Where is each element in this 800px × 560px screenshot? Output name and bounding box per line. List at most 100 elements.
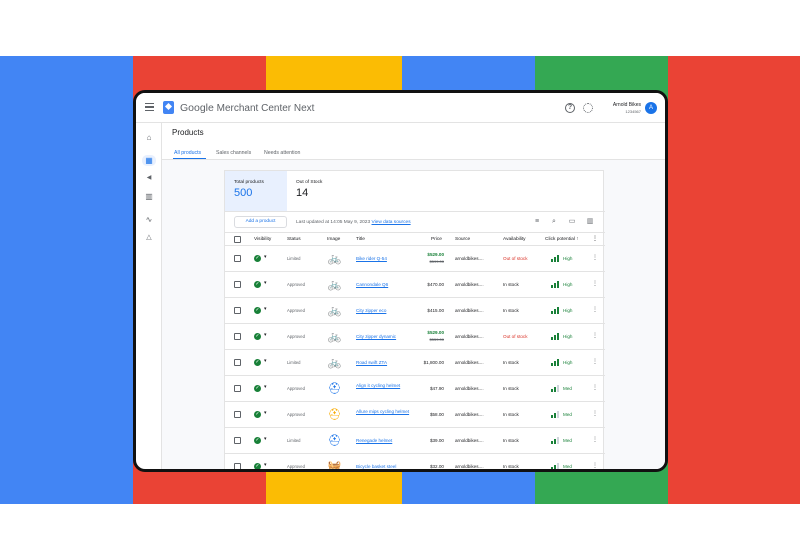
chevron-down-icon[interactable]: ▾	[264, 306, 267, 312]
table-row[interactable]: ✓ ▾ Approved 🧺 Bicycle basket steel $32.00 arn…	[225, 454, 605, 469]
product-name: Google Merchant Center Next	[180, 102, 315, 114]
col-title[interactable]: Title	[356, 237, 365, 242]
row-menu-icon[interactable]: ⋮	[592, 462, 598, 469]
table-row[interactable]: ✓ ▾ Approved 🚲 City zipper eco $415.00 arnoldb…	[225, 298, 605, 324]
stat-value: 500	[234, 187, 253, 199]
home-icon[interactable]: ⌂	[143, 132, 155, 143]
trending-icon[interactable]: ∿	[143, 214, 155, 225]
tab-sales-channels[interactable]: Sales channels	[216, 150, 251, 156]
product-image: ⛑	[327, 409, 342, 421]
add-product-button[interactable]: Add a product	[234, 216, 287, 228]
products-grid-icon[interactable]: ▦	[142, 155, 156, 166]
stat-total-products[interactable]: Total products 500	[225, 171, 287, 211]
chevron-down-icon[interactable]: ▾	[264, 254, 267, 260]
row-menu-icon[interactable]: ⋮	[592, 436, 598, 445]
col-click-potential[interactable]: Click potential ↑	[545, 237, 579, 242]
product-title-link[interactable]: Align it cycling helmet	[356, 382, 414, 389]
table-row[interactable]: ✓ ▾ Limited 🚲 Bike rider Q-54 $529.00 $599.00 a…	[225, 246, 605, 272]
row-menu-icon[interactable]: ⋮	[592, 384, 598, 393]
product-image: ⛑	[327, 383, 342, 395]
table-row[interactable]: ✓ ▾ Approved 🚲 City zipper dynamic $529.00 $55…	[225, 324, 605, 350]
col-availability[interactable]: Availability	[503, 237, 526, 242]
product-title-link[interactable]: Renegade helmet	[356, 437, 414, 444]
col-source[interactable]: Source	[455, 237, 470, 242]
chevron-down-icon[interactable]: ▾	[264, 358, 267, 364]
select-all-checkbox[interactable]	[234, 236, 241, 243]
chevron-down-icon[interactable]: ▾	[264, 384, 267, 390]
product-title-link[interactable]: Bicycle basket steel	[356, 463, 414, 469]
filter-icon[interactable]: ≡	[533, 218, 541, 226]
divider	[225, 211, 605, 212]
price-value: $39.00	[429, 438, 444, 443]
row-menu-icon[interactable]: ⋮	[592, 254, 598, 263]
row-checkbox[interactable]	[234, 333, 241, 340]
product-title-link[interactable]: City zipper eco	[356, 307, 414, 314]
menu-icon[interactable]	[145, 103, 154, 111]
row-checkbox[interactable]	[234, 281, 241, 288]
table-row[interactable]: ✓ ▾ Approved 🚲 Cannondale Q6 $470.00 arnoldbik…	[225, 272, 605, 298]
label-icon[interactable]: ▭	[568, 218, 576, 226]
avatar[interactable]: A	[645, 102, 657, 114]
columns-kebab-icon[interactable]: ⋮	[592, 235, 598, 242]
product-title-link[interactable]: Cannondale Q6	[356, 281, 414, 288]
table-row[interactable]: ✓ ▾ Limited 🚲 Road swift ZTA $1,800.00 arnoldb…	[225, 350, 605, 376]
row-menu-icon[interactable]: ⋮	[592, 306, 598, 315]
row-checkbox[interactable]	[234, 359, 241, 366]
table-header: Visibility Status Image Title Price Sour…	[225, 232, 605, 246]
row-menu-icon[interactable]: ⋮	[592, 410, 598, 419]
product-title-link[interactable]: City zipper dynamic	[356, 333, 414, 340]
chevron-down-icon[interactable]: ▾	[264, 332, 267, 338]
availability-text: In stock	[503, 282, 519, 287]
tab-needs-attention[interactable]: Needs attention	[264, 150, 300, 156]
row-menu-icon[interactable]: ⋮	[592, 358, 598, 367]
price-value: $529.00	[427, 252, 444, 257]
availability-text: In stock	[503, 308, 519, 313]
check-circle-icon: ✓	[254, 255, 261, 262]
product-title-link[interactable]: Road swift ZTA	[356, 359, 414, 366]
chevron-down-icon[interactable]: ▾	[264, 436, 267, 442]
table-row[interactable]: ✓ ▾ Approved ⛑ Align it cycling helmet $47.90…	[225, 376, 605, 402]
product-image: 🚲	[327, 253, 342, 265]
chevron-down-icon[interactable]: ▾	[264, 280, 267, 286]
source-text: arnoldbikes....	[455, 386, 484, 391]
product-title-link[interactable]: Allure mips cycling helmet	[356, 408, 414, 415]
click-potential-text: Med	[563, 464, 572, 469]
price-value: $1,800.00	[423, 360, 444, 365]
product-image: ⛑	[327, 435, 342, 447]
store-icon[interactable]: ▥	[143, 191, 155, 202]
status-text: Approved	[287, 282, 305, 287]
search-icon[interactable]: ⌕	[550, 218, 558, 226]
product-title-link[interactable]: Bike rider Q-54	[356, 255, 414, 262]
row-checkbox[interactable]	[234, 255, 241, 262]
top-app-bar: Google Merchant Center Next ? Arnold Bik…	[136, 93, 665, 123]
columns-icon[interactable]: ▥	[586, 218, 594, 226]
col-visibility[interactable]: Visibility	[254, 237, 271, 242]
row-checkbox[interactable]	[234, 411, 241, 418]
stat-value: 14	[296, 187, 309, 199]
chevron-down-icon[interactable]: ▾	[264, 462, 267, 468]
tab-all-products[interactable]: All products	[174, 150, 201, 156]
row-checkbox[interactable]	[234, 437, 241, 444]
check-circle-icon: ✓	[254, 281, 261, 288]
col-price[interactable]: Price	[431, 237, 442, 242]
source-text: arnoldbikes....	[455, 256, 484, 261]
megaphone-icon[interactable]: ◀	[143, 173, 155, 184]
view-data-sources-link[interactable]: View data sources	[372, 220, 411, 225]
status-text: Approved	[287, 386, 305, 391]
chevron-down-icon[interactable]: ▾	[264, 410, 267, 416]
table-row[interactable]: ✓ ▾ Approved ⛑ Allure mips cycling helmet $58…	[225, 402, 605, 428]
row-checkbox[interactable]	[234, 385, 241, 392]
stat-out-of-stock[interactable]: Out of Stock 14	[287, 171, 605, 211]
row-menu-icon[interactable]: ⋮	[592, 280, 598, 289]
col-status[interactable]: Status	[287, 237, 301, 242]
row-menu-icon[interactable]: ⋮	[592, 332, 598, 341]
click-potential-text: High	[563, 282, 573, 287]
gear-icon[interactable]	[583, 103, 593, 113]
row-checkbox[interactable]	[234, 307, 241, 314]
table-row[interactable]: ✓ ▾ Limited ⛑ Renegade helmet $39.00 arnoldbik…	[225, 428, 605, 454]
product-image: 🚲	[327, 305, 342, 317]
signal-bars-icon	[551, 437, 560, 444]
help-icon[interactable]: ?	[565, 103, 575, 113]
row-checkbox[interactable]	[234, 463, 241, 469]
bell-icon[interactable]: △	[143, 232, 155, 243]
